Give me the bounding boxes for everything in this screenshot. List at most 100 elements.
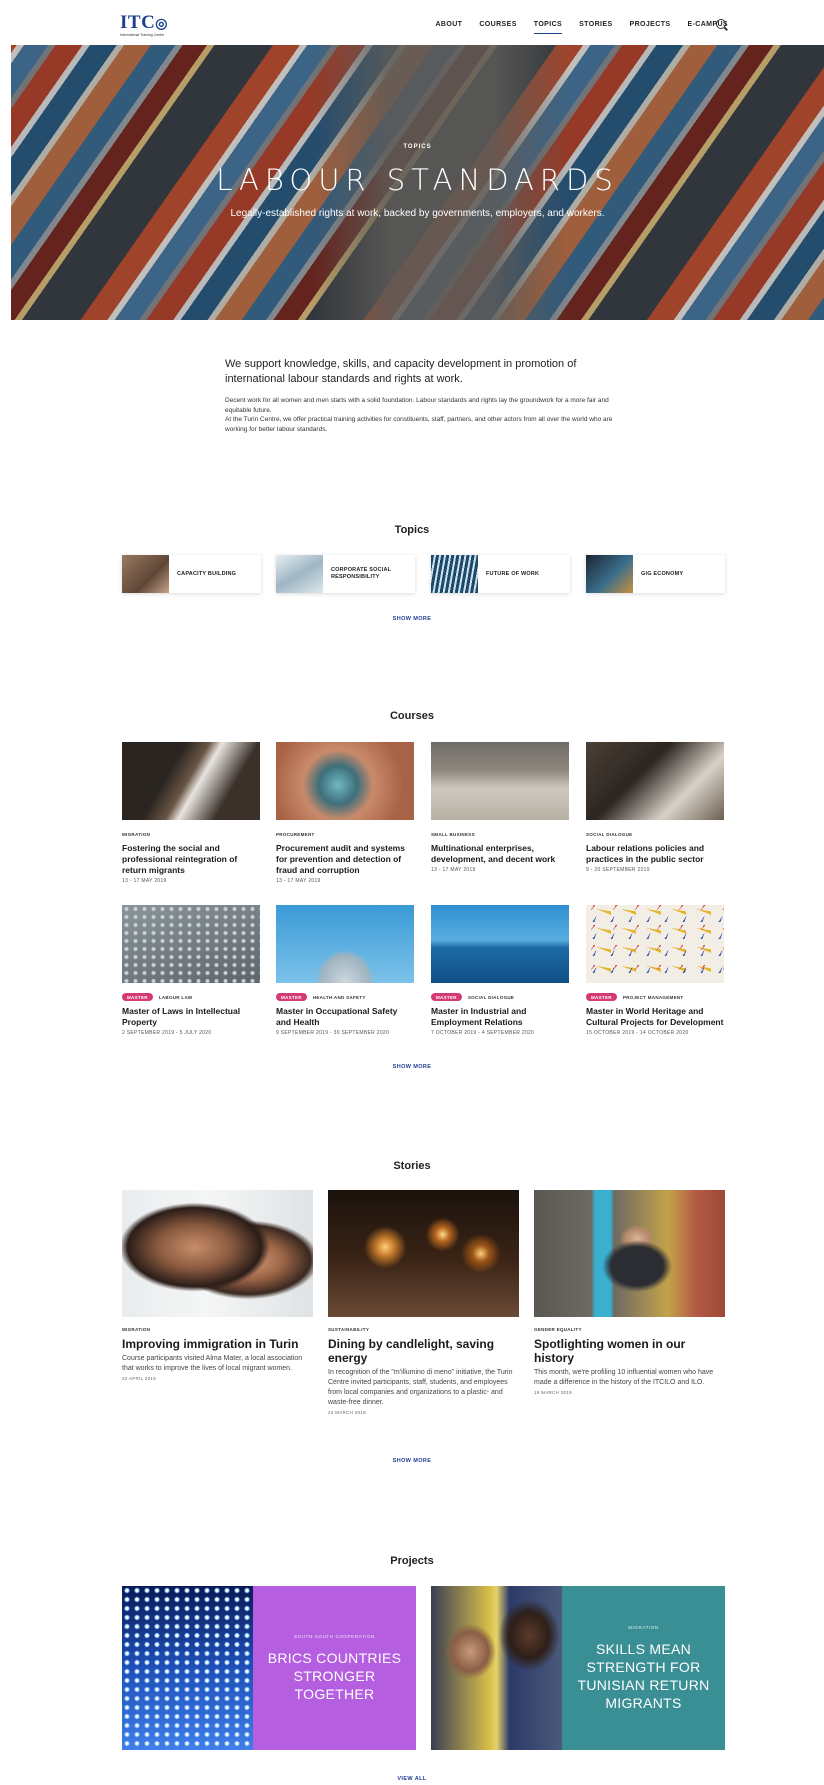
course-title[interactable]: Multinational enterprises, development, … [431,843,569,865]
topic-card[interactable]: GIG ECONOMY [586,555,725,593]
nav-stories[interactable]: STORIES [579,21,612,34]
logo-text: ITC [120,12,156,33]
topic-label: CAPACITY BUILDING [177,570,237,577]
story-date: 23 MARCH 2019 [328,1410,366,1415]
topic-thumbnail [122,555,169,593]
story-image [122,1190,313,1317]
project-title[interactable]: SKILLS MEAN STRENGTH FOR TUNISIAN RETURN… [562,1640,725,1712]
story-excerpt: Course participants visited Alma Mater, … [122,1355,303,1372]
project-panel: MIGRATION SKILLS MEAN STRENGTH FOR TUNIS… [562,1586,725,1750]
story-tag: GENDER EQUALITY [534,1327,582,1332]
intro-lead: We support knowledge, skills, and capaci… [225,358,577,385]
story-image [328,1190,519,1317]
course-card[interactable]: SMALL BUSINESS Multinational enterprises… [431,742,569,873]
topic-label: GIG ECONOMY [641,570,684,577]
story-tag: MIGRATION [122,1327,151,1332]
course-image [276,742,414,820]
course-card[interactable]: MASTER LABOUR LAW Master of Laws in Intel… [122,905,260,1036]
course-card[interactable]: MIGRATION Fostering the social and profe… [122,742,260,884]
search-icon[interactable] [716,19,726,29]
topics-show-more-button[interactable]: SHOW MORE [0,616,824,622]
course-title[interactable]: Master in Occupational Safety and Health [276,1006,414,1028]
story-title[interactable]: Dining by candlelight, saving energy [328,1337,519,1365]
story-image [534,1190,725,1317]
course-card[interactable]: MASTER HEALTH AND SAFETY Master in Occupa… [276,905,414,1036]
course-card[interactable]: MASTER PROJECT MANAGEMENT Master in World… [586,905,724,1036]
story-card[interactable]: MIGRATION Improving immigration in Turin… [122,1190,313,1381]
course-date: 13 - 17 MAY 2019 [276,878,321,884]
project-kicker: SOUTH-SOUTH COOPERATION [294,1633,375,1639]
nav-topics[interactable]: TOPICS [533,21,563,34]
course-title[interactable]: Master in Industrial and Employment Rela… [431,1006,569,1028]
project-image [122,1586,253,1750]
story-date: 19 MARCH 2019 [534,1390,572,1395]
site-header: ITC◎ International Training Centre ABOUT … [0,0,824,44]
logo-subtitle: International Training Centre [120,33,165,37]
course-date: 9 SEPTEMBER 2019 - 30 SEPTEMBER 2020 [276,1030,390,1036]
topic-card[interactable]: CORPORATE SOCIAL RESPONSIBILITY [276,555,415,593]
nav-about[interactable]: ABOUT [435,21,462,34]
topic-card[interactable]: CAPACITY BUILDING [122,555,261,593]
course-card[interactable]: MASTER SOCIAL DIALOGUE Master in Industri… [431,905,569,1036]
nav-courses[interactable]: COURSES [479,21,516,34]
course-image [431,905,569,983]
story-card[interactable]: GENDER EQUALITY Spotlighting women in ou… [534,1190,725,1395]
master-badge: MASTER [431,993,462,1001]
story-title[interactable]: Spotlighting women in our history [534,1337,725,1365]
intro-section: We support knowledge, skills, and capaci… [225,357,625,434]
story-excerpt: In recognition of the "m'illumino di men… [328,1369,513,1406]
course-title[interactable]: Fostering the social and professional re… [122,843,260,876]
course-image [122,742,260,820]
course-image [586,742,724,820]
topic-label: FUTURE OF WORK [486,570,540,577]
course-card[interactable]: PROCUREMENT Procurement audit and system… [276,742,414,884]
projects-heading: Projects [390,1555,434,1567]
course-title[interactable]: Master in World Heritage and Cultural Pr… [586,1006,724,1028]
course-tag: MIGRATION [122,831,151,837]
project-card[interactable]: MIGRATION SKILLS MEAN STRENGTH FOR TUNIS… [431,1586,725,1750]
course-title[interactable]: Labour relations policies and practices … [586,843,724,865]
project-title[interactable]: BRICS COUNTRIES STRONGER TOGETHER [253,1649,416,1703]
project-panel: SOUTH-SOUTH COOPERATION BRICS COUNTRIES … [253,1586,416,1750]
course-image [122,905,260,983]
course-image [431,742,569,820]
stories-heading: Stories [393,1160,431,1172]
intro-paragraph: Decent work for all women and men starts… [225,397,609,414]
globe-icon: ◎ [155,17,169,32]
course-image [586,905,724,983]
topic-thumbnail [276,555,323,593]
projects-view-all-button[interactable]: VIEW ALL [0,1776,824,1782]
stories-show-more-button[interactable]: SHOW MORE [0,1458,824,1464]
course-tag: SOCIAL DIALOGUE [586,831,633,837]
story-card[interactable]: SUSTAINABILITY Dining by candlelight, sa… [328,1190,519,1415]
page-title: LABOUR STANDARDS [216,163,619,197]
course-date: 13 - 17 MAY 2019 [431,867,476,873]
course-card[interactable]: SOCIAL DIALOGUE Labour relations policie… [586,742,724,873]
intro-paragraph: At the Turin Centre, we offer practical … [225,416,613,433]
itc-logo[interactable]: ITC◎ International Training Centre [120,12,168,37]
course-date: 9 - 20 SEPTEMBER 2019 [586,867,650,873]
master-badge: MASTER [122,993,153,1001]
story-excerpt: This month, we're profiling 10 influenti… [534,1369,714,1386]
main-nav: ABOUT COURSES TOPICS STORIES PROJECTS E-… [435,21,728,34]
topic-thumbnail [431,555,478,593]
course-date: 2 SEPTEMBER 2019 - 5 JULY 2020 [122,1030,212,1036]
project-card[interactable]: SOUTH-SOUTH COOPERATION BRICS COUNTRIES … [122,1586,416,1750]
hero-kicker: TOPICS [403,144,432,150]
course-title[interactable]: Master of Laws in Intellectual Property [122,1006,260,1028]
course-title[interactable]: Procurement audit and systems for preven… [276,843,414,876]
story-tag: SUSTAINABILITY [328,1327,370,1332]
nav-projects[interactable]: PROJECTS [630,21,671,34]
topic-card[interactable]: FUTURE OF WORK [431,555,570,593]
course-tag: SMALL BUSINESS [431,831,475,837]
topic-thumbnail [586,555,633,593]
course-tag: SOCIAL DIALOGUE [467,994,515,1000]
courses-heading: Courses [389,710,435,722]
hero-banner: TOPICS LABOUR STANDARDS Legally-establis… [11,45,824,320]
course-tag: HEALTH AND SAFETY [312,994,366,1000]
course-tag: PROCUREMENT [276,831,315,837]
course-image [276,905,414,983]
story-title[interactable]: Improving immigration in Turin [122,1337,313,1351]
courses-show-more-button[interactable]: SHOW MORE [0,1064,824,1070]
course-date: 15 OCTOBER 2019 - 14 OCTOBER 2020 [586,1030,689,1036]
